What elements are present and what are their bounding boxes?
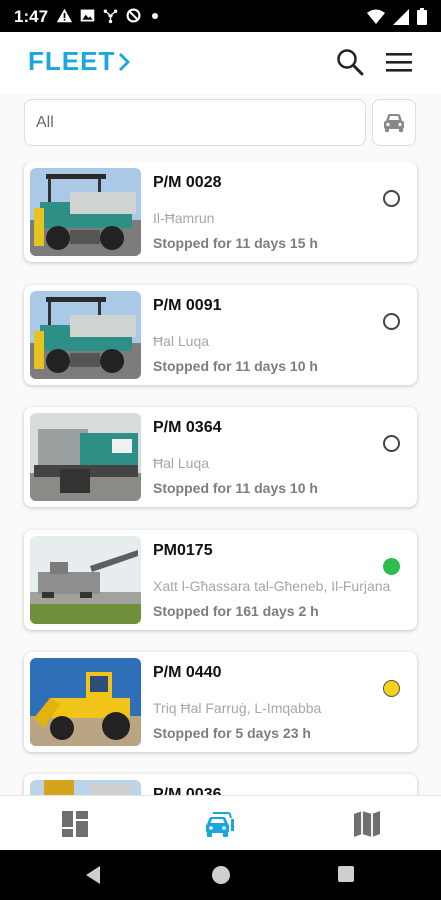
vehicle-thumbnail	[30, 291, 141, 379]
vehicle-list: P/M 0028 Il-Ħamrun Stopped for 11 days 1…	[0, 162, 441, 795]
vehicle-type-button[interactable]	[372, 99, 416, 146]
warning-icon	[56, 8, 73, 23]
home-icon[interactable]	[211, 865, 231, 885]
status-indicator-offline	[383, 435, 400, 452]
car-icon	[384, 113, 404, 132]
dashboard-icon[interactable]	[60, 809, 90, 839]
image-icon	[80, 9, 95, 22]
logo-text: FLEET	[28, 46, 116, 76]
vehicle-status: Stopped for 5 days 23 h	[153, 725, 311, 741]
app-header: FLEET	[0, 32, 441, 94]
status-indicator-green	[383, 558, 400, 575]
vehicles-icon[interactable]	[204, 809, 236, 839]
vehicle-thumbnail	[30, 658, 141, 746]
search-icon[interactable]	[336, 48, 364, 76]
status-time: 1:47	[14, 7, 49, 26]
vehicle-location: Ħal Luqa	[153, 333, 210, 349]
network-icon	[103, 9, 118, 24]
vehicle-name: P/M 0028	[153, 174, 222, 191]
vehicle-name: P/M 0036	[153, 786, 222, 795]
status-bar: 1:47	[0, 0, 441, 32]
status-indicator-yellow	[383, 680, 400, 697]
vehicle-card[interactable]: P/M 0028 Il-Ħamrun Stopped for 11 days 1…	[24, 162, 417, 262]
vehicle-card[interactable]: PM0175 Xatt l-Għassara tal-Għeneb, Il-Fu…	[24, 530, 417, 630]
system-navigation-bar	[0, 850, 441, 900]
vehicle-thumbnail	[30, 168, 141, 256]
filter-value: All	[36, 114, 54, 131]
wifi-icon	[367, 9, 385, 24]
vehicle-status: Stopped for 161 days 2 h	[153, 603, 319, 619]
back-icon[interactable]	[84, 865, 102, 885]
signal-icon	[393, 8, 409, 25]
vehicle-name: P/M 0440	[153, 664, 222, 681]
vehicle-name: PM0175	[153, 542, 213, 559]
vehicle-location: Ħal Luqa	[153, 455, 210, 471]
vehicle-name: P/M 0091	[153, 297, 222, 314]
battery-icon	[417, 8, 427, 25]
vehicle-card[interactable]: P/M 0091 Ħal Luqa Stopped for 11 days 10…	[24, 285, 417, 385]
vehicle-thumbnail	[30, 780, 141, 795]
vehicle-location: Xatt l-Għassara tal-Għeneb, Il-Furjana	[153, 578, 391, 594]
vehicle-status: Stopped for 11 days 10 h	[153, 358, 318, 374]
vehicle-thumbnail	[30, 536, 141, 624]
notification-dot-icon	[152, 13, 158, 19]
status-indicator-offline	[383, 313, 400, 330]
fleet-logo: FLEET	[28, 46, 131, 77]
sync-icon	[126, 8, 141, 23]
vehicle-status: Stopped for 11 days 10 h	[153, 480, 318, 496]
logo-chevron-icon	[119, 52, 131, 71]
filter-select[interactable]: All	[24, 99, 366, 146]
vehicle-status: Stopped for 11 days 15 h	[153, 235, 318, 251]
vehicle-card[interactable]: P/M 0364 Ħal Luqa Stopped for 11 days 10…	[24, 407, 417, 507]
app-screen: FLEET All P/M 0028 Il-Ħamrun Stopped for…	[0, 32, 441, 850]
menu-icon[interactable]	[384, 50, 414, 74]
vehicle-name: P/M 0364	[153, 419, 222, 436]
vehicle-thumbnail	[30, 413, 141, 501]
status-indicator-offline	[383, 190, 400, 207]
vehicle-card[interactable]: P/M 0440 Triq Ħal Farruġ, L-Imqabba Stop…	[24, 652, 417, 752]
bottom-navigation	[0, 795, 441, 850]
vehicle-location: Triq Ħal Farruġ, L-Imqabba	[153, 700, 322, 716]
map-icon[interactable]	[352, 809, 382, 839]
vehicle-card[interactable]: P/M 0036	[24, 774, 417, 795]
vehicle-location: Il-Ħamrun	[153, 210, 215, 226]
recents-icon[interactable]	[337, 865, 355, 883]
